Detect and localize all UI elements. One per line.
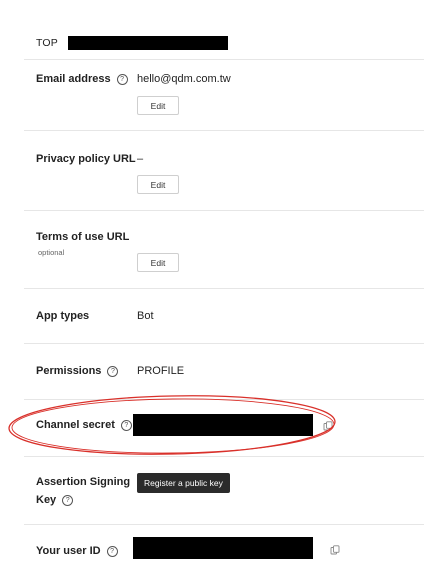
terms-label-group: Terms of use URL (36, 231, 129, 243)
channel-basic-settings: TOP Email address ? hello@qdm.com.tw Edi… (0, 0, 424, 583)
help-circle-icon[interactable]: ? (107, 365, 119, 377)
assertion-label-group: Key ? (36, 494, 74, 506)
divider (24, 399, 424, 400)
redacted-channel-secret (133, 414, 313, 436)
register-public-key-button[interactable]: Register a public key (137, 473, 230, 493)
copy-icon[interactable] (323, 421, 333, 431)
help-circle-icon[interactable]: ? (116, 73, 128, 85)
divider (24, 456, 424, 457)
assertion-label-line2: Key (36, 494, 57, 506)
divider (24, 343, 424, 344)
user-id-label: Your user ID (36, 545, 101, 557)
channel-secret-label-group: Channel secret ? (36, 419, 132, 431)
privacy-value: – (137, 153, 144, 165)
permissions-label: Permissions (36, 365, 102, 377)
help-circle-icon[interactable]: ? (106, 545, 118, 557)
divider (24, 288, 424, 289)
divider (24, 130, 424, 131)
app-types-value: Bot (137, 310, 154, 322)
terms-label: Terms of use URL (36, 231, 130, 243)
permissions-value: PROFILE (137, 365, 185, 377)
divider (24, 59, 424, 60)
redacted-channel-name (68, 36, 228, 50)
help-circle-icon[interactable]: ? (62, 494, 74, 506)
email-label: Email address (36, 73, 111, 85)
copy-icon[interactable] (330, 545, 340, 555)
app-types-label: App types (36, 310, 90, 322)
help-circle-icon[interactable]: ? (120, 419, 132, 431)
email-label-group: Email address ? (36, 73, 128, 85)
permissions-label-group: Permissions ? (36, 365, 119, 377)
email-edit-button[interactable]: Edit (137, 96, 179, 115)
terms-edit-button[interactable]: Edit (137, 253, 179, 272)
channel-secret-label: Channel secret (36, 419, 115, 431)
top-row: TOP (36, 34, 228, 52)
terms-optional-label: optional (38, 248, 65, 257)
divider (24, 210, 424, 211)
user-id-label-group: Your user ID ? (36, 545, 118, 557)
redacted-user-id (133, 537, 313, 559)
privacy-edit-button[interactable]: Edit (137, 175, 179, 194)
assertion-label-line1: Assertion Signing (36, 476, 131, 488)
app-types-label-group: App types (36, 310, 89, 322)
divider (24, 524, 424, 525)
email-value: hello@qdm.com.tw (137, 73, 231, 85)
privacy-label-group: Privacy policy URL (36, 153, 136, 165)
privacy-label: Privacy policy URL (36, 153, 136, 165)
top-label: TOP (36, 37, 58, 49)
